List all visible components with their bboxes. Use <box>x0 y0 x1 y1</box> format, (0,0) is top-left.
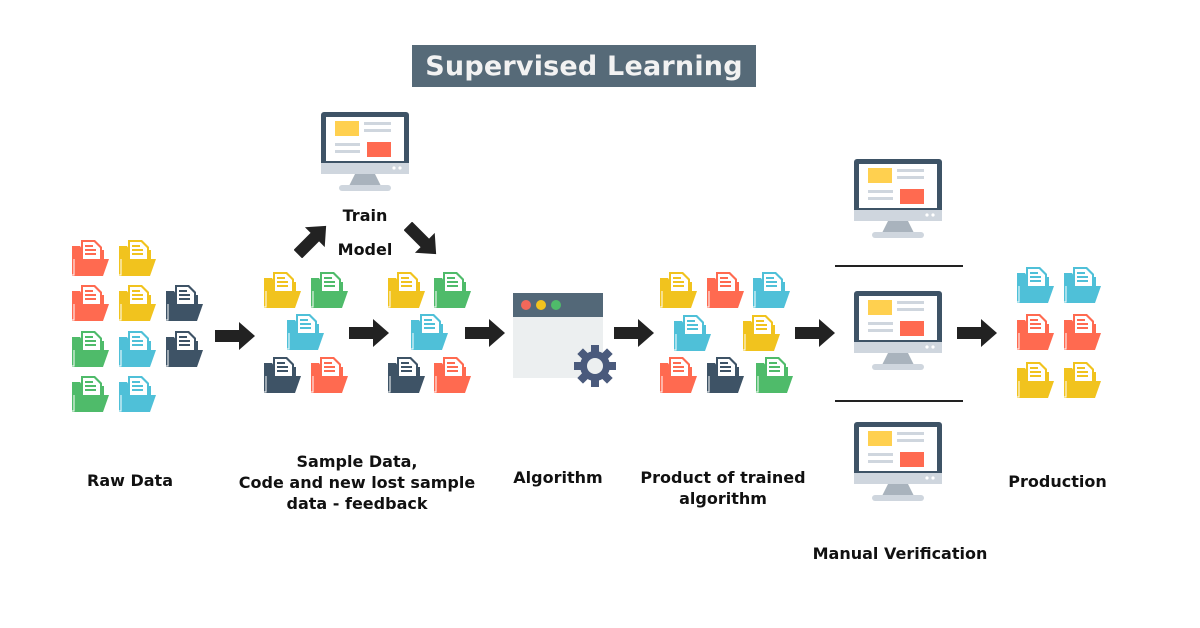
folder-icon <box>409 312 449 352</box>
folder-icon <box>262 355 302 395</box>
algorithm-label: Algorithm <box>513 468 603 487</box>
manual-verification-label: Manual Verification <box>812 544 988 563</box>
folder-icon <box>117 329 157 369</box>
folder-icon <box>1015 360 1055 400</box>
folder-icon <box>432 270 472 310</box>
arrow-right-icon <box>957 319 997 347</box>
model-label: Model <box>337 240 393 259</box>
arrow-right-icon <box>614 319 654 347</box>
algorithm-window-gear-icon <box>513 293 616 387</box>
folder-icon <box>1062 312 1102 352</box>
folder-icon <box>1062 265 1102 305</box>
product-label-line: Product of trained <box>640 468 806 487</box>
folder-icon <box>386 270 426 310</box>
folder-icon <box>70 283 110 323</box>
folder-icon <box>754 355 794 395</box>
sample-data-label-line: data - feedback <box>286 494 428 513</box>
folder-icon <box>751 270 791 310</box>
folder-icon <box>705 355 745 395</box>
folder-icon <box>285 312 325 352</box>
arrow-right-icon <box>465 319 505 347</box>
arrow-right-icon <box>215 322 255 350</box>
arrow-right-icon <box>795 319 835 347</box>
folder-icon <box>117 374 157 414</box>
divider-line <box>835 400 963 402</box>
folder-icon <box>70 374 110 414</box>
folder-icon <box>386 355 426 395</box>
folder-icon <box>741 313 781 353</box>
folder-icon <box>672 313 712 353</box>
train-model-monitor-icon <box>321 112 409 192</box>
folder-icon <box>658 270 698 310</box>
verification-monitor-icon <box>854 159 942 239</box>
folder-icon <box>658 355 698 395</box>
train-label: Train <box>342 206 388 225</box>
verification-monitor-icon <box>854 291 942 371</box>
folder-icon <box>1015 312 1055 352</box>
folder-icon <box>309 270 349 310</box>
diagram-title: Supervised Learning <box>412 45 756 87</box>
folder-icon <box>705 270 745 310</box>
product-label-line: algorithm <box>679 489 767 508</box>
arrow-down-right-icon <box>404 222 437 255</box>
sample-data-label: Sample Data, Code and new lost sample da… <box>222 451 492 514</box>
sample-data-label-line: Sample Data, <box>296 452 418 471</box>
folder-icon <box>117 238 157 278</box>
verification-monitor-icon <box>854 422 942 502</box>
folder-icon <box>432 355 472 395</box>
production-label: Production <box>1008 472 1107 491</box>
folder-icon <box>70 238 110 278</box>
gear-icon <box>574 345 616 387</box>
window-dot-green <box>551 300 561 310</box>
folder-icon <box>117 283 157 323</box>
folder-icon <box>262 270 302 310</box>
arrow-right-icon <box>349 319 389 347</box>
folder-icon <box>164 283 204 323</box>
product-label: Product of trained algorithm <box>628 467 818 509</box>
window-dot-red <box>521 300 531 310</box>
folder-icon <box>1015 265 1055 305</box>
raw-data-label: Raw Data <box>87 471 173 490</box>
divider-line <box>835 265 963 267</box>
folder-icon <box>164 329 204 369</box>
sample-data-label-line: Code and new lost sample <box>238 473 476 492</box>
folder-icon <box>1062 360 1102 400</box>
folder-icon <box>70 329 110 369</box>
folder-icon <box>309 355 349 395</box>
window-dot-yellow <box>536 300 546 310</box>
